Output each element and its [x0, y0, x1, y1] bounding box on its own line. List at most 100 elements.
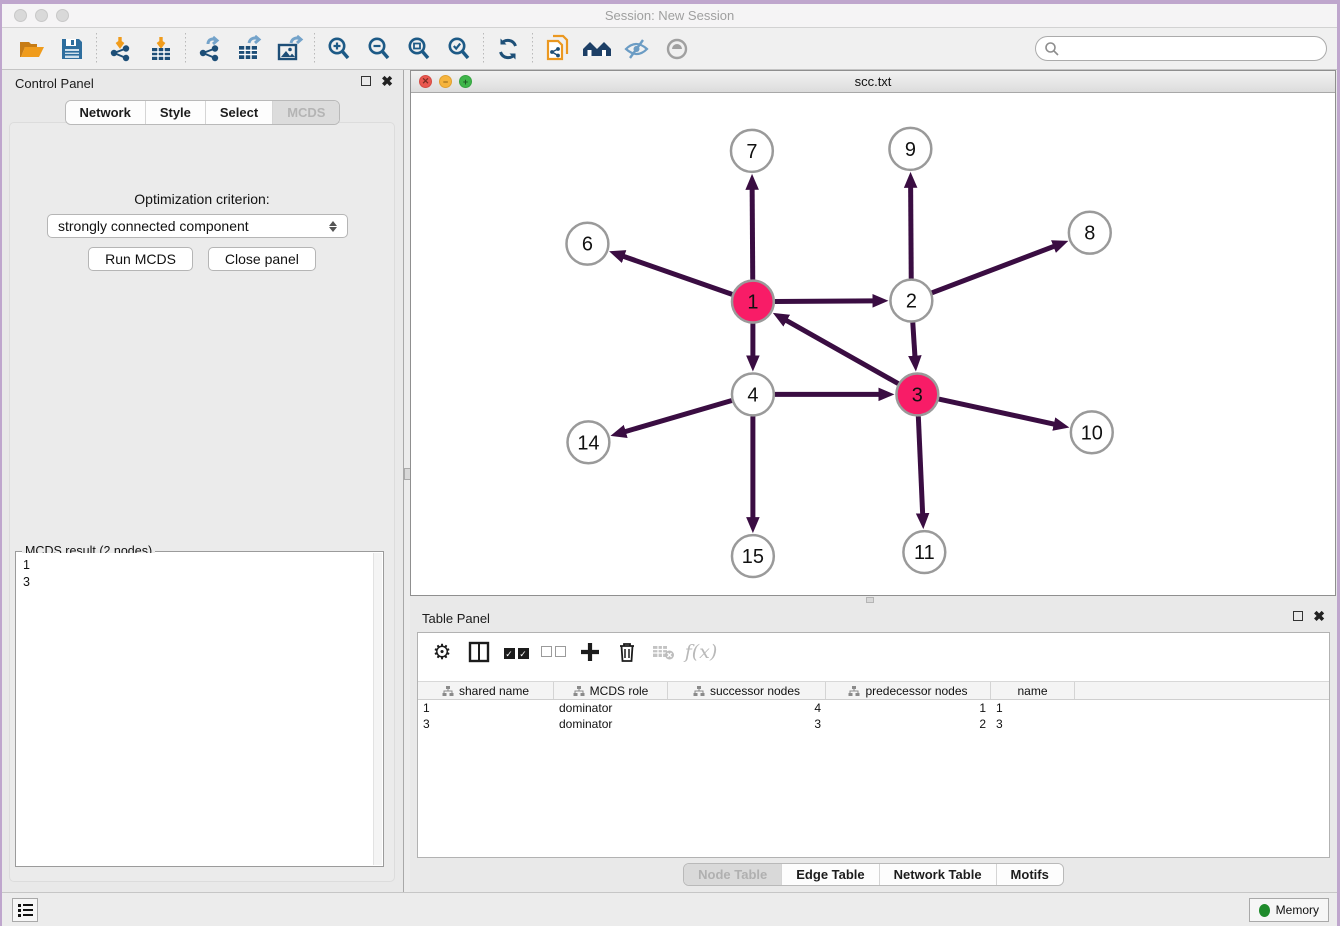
first-neighbors-button[interactable] — [577, 32, 617, 66]
graph-node-3[interactable]: 3 — [896, 373, 938, 415]
graph-node-6[interactable]: 6 — [566, 223, 608, 265]
network-window-titlebar[interactable]: ✕ − + scc.txt — [411, 71, 1335, 93]
table-header-row: shared nameMCDS rolesuccessor nodesprede… — [418, 681, 1329, 700]
graph-node-1[interactable]: 1 — [732, 281, 774, 323]
edge-1-2[interactable] — [775, 301, 874, 302]
search-field[interactable] — [1035, 36, 1327, 61]
tab-select[interactable]: Select — [205, 101, 272, 124]
deselect-all-rows-button[interactable] — [539, 638, 567, 666]
table-cell[interactable]: 1 — [826, 701, 991, 715]
table-cell[interactable]: dominator — [554, 717, 668, 731]
close-panel-icon[interactable]: ✖ — [381, 76, 393, 86]
tab-node-table[interactable]: Node Table — [684, 864, 781, 885]
network-graph[interactable]: 7 9 6 8 1 2 4 3 14 10 15 11 — [411, 93, 1335, 595]
close-panel-icon[interactable]: ✖ — [1313, 611, 1325, 621]
column-header-shared-name[interactable]: shared name — [418, 682, 554, 699]
import-network-button[interactable] — [101, 32, 141, 66]
float-panel-icon[interactable] — [1293, 611, 1303, 621]
table-row[interactable]: 1dominator411 — [418, 700, 1329, 716]
tab-style[interactable]: Style — [145, 101, 205, 124]
network-canvas[interactable]: 7 9 6 8 1 2 4 3 14 10 15 11 — [411, 93, 1335, 595]
edge-1-6[interactable] — [623, 256, 732, 294]
apply-layout-button[interactable] — [488, 32, 528, 66]
graph-node-9[interactable]: 9 — [889, 128, 931, 170]
table-cell[interactable]: dominator — [554, 701, 668, 715]
zoom-out-button[interactable] — [359, 32, 399, 66]
export-table-button[interactable] — [230, 32, 270, 66]
show-all-button[interactable] — [657, 32, 697, 66]
table-cell[interactable]: 2 — [826, 717, 991, 731]
save-session-button[interactable] — [52, 32, 92, 66]
table-cell[interactable]: 1 — [418, 701, 554, 715]
duplicate-network-button[interactable] — [537, 32, 577, 66]
result-scrollbar[interactable] — [373, 553, 382, 865]
table-cell[interactable]: 4 — [668, 701, 826, 715]
criterion-select[interactable]: strongly connected component — [47, 214, 348, 238]
tab-edge-table[interactable]: Edge Table — [781, 864, 878, 885]
optimization-criterion-label: Optimization criterion: — [10, 191, 394, 207]
mcds-result-text[interactable]: 13 — [17, 553, 373, 865]
horizontal-split-divider[interactable] — [410, 596, 1337, 604]
edge-2-8[interactable] — [932, 246, 1055, 293]
edge-3-1[interactable] — [786, 320, 898, 383]
float-panel-icon[interactable] — [361, 76, 371, 86]
add-column-button[interactable] — [576, 638, 604, 666]
select-all-rows-button[interactable]: ✓✓ — [502, 638, 530, 666]
tab-mcds[interactable]: MCDS — [272, 101, 339, 124]
delete-table-button — [650, 638, 678, 666]
table-cell[interactable]: 3 — [668, 717, 826, 731]
graph-node-7[interactable]: 7 — [731, 130, 773, 172]
edge-1-7[interactable] — [752, 189, 753, 280]
svg-text:4: 4 — [747, 384, 758, 406]
delete-column-button[interactable] — [613, 638, 641, 666]
edge-3-10[interactable] — [939, 399, 1055, 424]
memory-button[interactable]: Memory — [1249, 898, 1329, 922]
run-mcds-button[interactable]: Run MCDS — [88, 247, 193, 271]
panel-split-divider[interactable] — [403, 70, 410, 892]
search-input[interactable] — [1060, 41, 1318, 56]
graph-node-14[interactable]: 14 — [567, 421, 609, 463]
graph-node-8[interactable]: 8 — [1069, 212, 1111, 254]
column-header-successor-nodes[interactable]: successor nodes — [668, 682, 826, 699]
graph-node-11[interactable]: 11 — [903, 531, 945, 573]
zoom-in-button[interactable] — [319, 32, 359, 66]
edge-4-14[interactable] — [625, 401, 732, 432]
open-file-button[interactable] — [12, 32, 52, 66]
column-header-MCDS-role[interactable]: MCDS role — [554, 682, 668, 699]
column-tree-icon — [573, 685, 585, 697]
export-network-button[interactable] — [190, 32, 230, 66]
divider-grab-handle[interactable] — [866, 597, 874, 603]
edge-2-3[interactable] — [913, 322, 915, 356]
settings-gear-button[interactable]: ⚙ — [428, 638, 456, 666]
table-cell[interactable]: 3 — [418, 717, 554, 731]
zoom-fit-button[interactable] — [399, 32, 439, 66]
import-table-button[interactable] — [141, 32, 181, 66]
tab-motifs[interactable]: Motifs — [996, 864, 1063, 885]
hide-selected-button[interactable] — [617, 32, 657, 66]
export-network-icon — [196, 35, 224, 63]
column-layout-button[interactable] — [465, 638, 493, 666]
graph-node-4[interactable]: 4 — [732, 373, 774, 415]
table-row[interactable]: 3dominator323 — [418, 716, 1329, 732]
table-cell[interactable]: 3 — [991, 717, 1075, 731]
tab-network[interactable]: Network — [66, 101, 145, 124]
gear-icon: ⚙ — [433, 642, 452, 663]
zoom-selected-button[interactable] — [439, 32, 479, 66]
graph-node-2[interactable]: 2 — [890, 280, 932, 322]
svg-text:6: 6 — [582, 234, 593, 256]
column-layout-icon — [468, 641, 490, 663]
column-tree-icon — [442, 685, 454, 697]
graph-node-10[interactable]: 10 — [1071, 411, 1113, 453]
graph-node-15[interactable]: 15 — [732, 535, 774, 577]
task-history-button[interactable] — [12, 898, 38, 922]
column-header-name[interactable]: name — [991, 682, 1075, 699]
search-area — [1035, 36, 1327, 61]
close-panel-button[interactable]: Close panel — [208, 247, 316, 271]
edge-3-11[interactable] — [918, 416, 922, 514]
toolbar-separator — [96, 33, 97, 65]
tab-network-table[interactable]: Network Table — [879, 864, 996, 885]
table-cell[interactable]: 1 — [991, 701, 1075, 715]
column-header-predecessor-nodes[interactable]: predecessor nodes — [826, 682, 991, 699]
edge-2-9[interactable] — [911, 187, 912, 279]
export-image-button[interactable] — [270, 32, 310, 66]
